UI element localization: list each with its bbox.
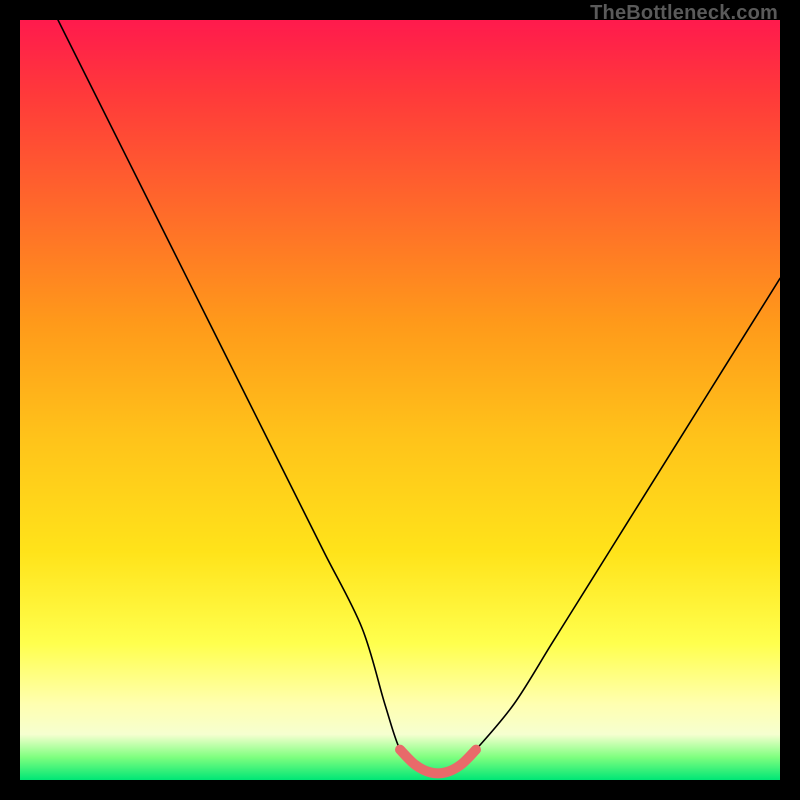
bottleneck-curve (58, 20, 780, 773)
flat-bottom-highlight (400, 750, 476, 774)
watermark-text: TheBottleneck.com (590, 2, 778, 25)
curve-svg (20, 20, 780, 780)
chart-frame: TheBottleneck.com (0, 0, 800, 800)
plot-area (20, 20, 780, 780)
